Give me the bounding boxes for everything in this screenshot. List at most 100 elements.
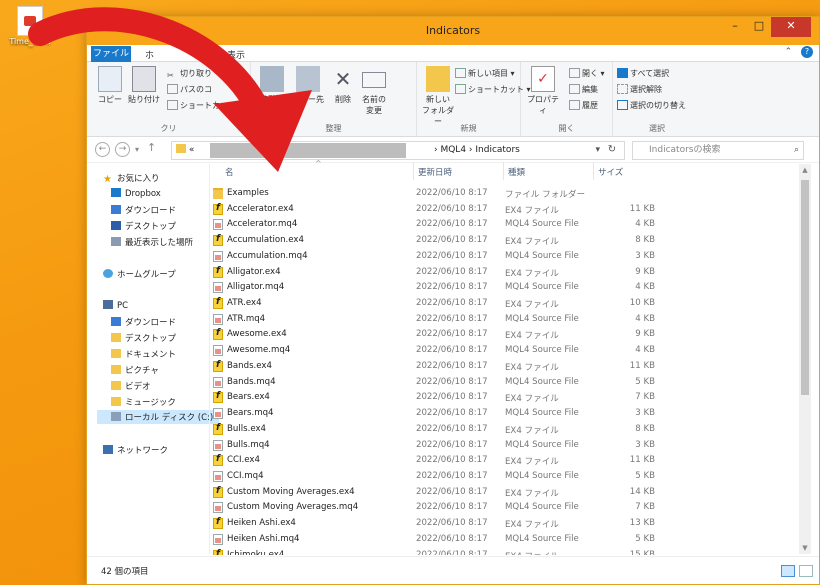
collapse-ribbon-icon[interactable]: ⌃ (785, 47, 793, 57)
table-row[interactable]: CCI.ex4 2022/06/10 8:17 EX4 ファイル 11 KB (211, 453, 809, 469)
nav-recent[interactable]: 最近表示した場所 (111, 236, 193, 248)
cut-button[interactable]: ✂ 切り取り (167, 68, 212, 81)
desktop-file-icon[interactable]: Time_Su... (6, 6, 54, 46)
table-row[interactable]: Bulls.ex4 2022/06/10 8:17 EX4 ファイル 8 KB (211, 422, 809, 438)
properties-label: プロパティ (527, 95, 559, 115)
new-folder-button[interactable]: 新しい フォルダー (421, 66, 455, 127)
column-size[interactable]: サイズ (593, 162, 623, 180)
up-button[interactable]: ↑ (147, 141, 156, 154)
copy-to-button[interactable]: コピー先 (291, 66, 325, 105)
history-button[interactable]: 履歴 (569, 100, 598, 111)
nav-videos[interactable]: ビデオ (111, 380, 151, 392)
table-row[interactable]: Bulls.mq4 2022/06/10 8:17 MQL4 Source File… (211, 438, 809, 454)
folder-icon (213, 188, 223, 199)
table-row[interactable]: Examples 2022/06/10 8:17 ファイル フォルダー (211, 186, 809, 202)
rename-button[interactable]: 名前の 変更 (359, 66, 389, 116)
column-date[interactable]: 更新日時 (413, 162, 452, 180)
table-row[interactable]: Bands.ex4 2022/06/10 8:17 EX4 ファイル 11 KB (211, 359, 809, 375)
tab-file[interactable]: ファイル (91, 46, 131, 62)
nav-local-disk[interactable]: ローカル ディスク (C:) (97, 410, 220, 424)
delete-button[interactable]: ✕ 削除 (331, 66, 355, 105)
table-row[interactable]: Bears.ex4 2022/06/10 8:17 EX4 ファイル 7 KB (211, 390, 809, 406)
nav-documents[interactable]: ドキュメント (111, 348, 176, 360)
table-row[interactable]: Heiken Ashi.mq4 2022/06/10 8:17 MQL4 Sourc… (211, 532, 809, 548)
nav-network[interactable]: ネットワーク (103, 444, 168, 456)
table-row[interactable]: Alligator.ex4 2022/06/10 8:17 EX4 ファイル 9 KB (211, 265, 809, 281)
table-row[interactable]: Accumulation.mq4 2022/06/10 8:17 MQL4 Sour… (211, 249, 809, 265)
back-button[interactable]: ← (95, 142, 110, 157)
properties-button[interactable]: ✓ プロパティ (525, 66, 561, 116)
table-row[interactable]: Bears.mq4 2022/06/10 8:17 MQL4 Source File… (211, 406, 809, 422)
paste-button[interactable]: 貼り付け (127, 66, 161, 105)
nav-homegroup[interactable]: ホームグループ (103, 268, 176, 280)
vertical-scrollbar[interactable]: ▲ ▼ (799, 164, 811, 554)
move-to-button[interactable]: 移動先 (257, 66, 287, 105)
maximize-button[interactable]: □ (747, 17, 771, 37)
table-row[interactable]: Accelerator.mq4 2022/06/10 8:17 MQL4 Sourc… (211, 217, 809, 233)
tab-view[interactable]: 表示 (227, 48, 245, 61)
title-bar[interactable]: Indicators – □ ✕ (87, 17, 819, 45)
address-bar[interactable]: « › MQL4 › Indicators ▾ (171, 141, 625, 160)
close-button[interactable]: ✕ (771, 17, 811, 37)
rename-icon (362, 72, 386, 88)
file-type: MQL4 Source File (505, 502, 579, 513)
table-row[interactable]: ATR.mq4 2022/06/10 8:17 MQL4 Source File 4 … (211, 312, 809, 328)
nav-pc-downloads[interactable]: ダウンロード (111, 316, 176, 328)
column-headers: ^ 名 更新日時 種類 サイズ (211, 159, 809, 183)
column-type[interactable]: 種類 (503, 162, 525, 180)
edit-label: 編集 (582, 85, 598, 94)
new-item-button[interactable]: 新しい項目 ▾ (455, 68, 515, 79)
copy-path-button[interactable]: パスのコ (167, 84, 212, 95)
select-none-button[interactable]: 選択解除 (617, 84, 662, 95)
large-icons-view-icon[interactable] (799, 565, 813, 577)
nav-pc-desktop[interactable]: デスクトップ (111, 332, 176, 344)
nav-desktop[interactable]: デスクトップ (111, 220, 176, 232)
nav-pc-desktop-label: デスクトップ (125, 334, 177, 344)
table-row[interactable]: Custom Moving Averages.ex4 2022/06/10 8:1… (211, 485, 809, 501)
scroll-down-icon[interactable]: ▼ (799, 542, 811, 554)
address-overflow[interactable]: « (189, 145, 195, 155)
scroll-up-icon[interactable]: ▲ (799, 164, 811, 176)
minimize-button[interactable]: – (723, 17, 747, 37)
pane-splitter[interactable] (209, 164, 210, 554)
nav-dropbox[interactable]: Dropbox (111, 188, 161, 199)
music-icon (111, 397, 121, 406)
nav-favorites[interactable]: ★ お気に入り (103, 172, 160, 185)
easy-access-button[interactable]: ショートカット ▾ (455, 84, 531, 95)
table-row[interactable]: Ichimoku.ex4 2022/06/10 8:17 EX4 ファイル 15 KB (211, 548, 809, 555)
nav-pictures[interactable]: ピクチャ (111, 364, 159, 376)
delete-label: 削除 (335, 95, 351, 104)
refresh-button[interactable]: ↻ (602, 141, 622, 160)
paste-shortcut-button[interactable]: ショートカット (167, 100, 236, 111)
tab-home[interactable]: ホ (145, 48, 154, 61)
nav-music[interactable]: ミュージック (111, 396, 176, 408)
table-row[interactable]: Bands.mq4 2022/06/10 8:17 MQL4 Source File… (211, 375, 809, 391)
table-row[interactable]: Awesome.mq4 2022/06/10 8:17 MQL4 Source Fi… (211, 343, 809, 359)
address-dropdown[interactable]: ▾ (595, 142, 600, 159)
recent-locations-button[interactable]: ▾ (135, 145, 139, 154)
select-all-button[interactable]: すべて選択 (617, 68, 669, 79)
details-view-icon[interactable] (781, 565, 795, 577)
file-type: EX4 ファイル (505, 237, 559, 248)
search-input[interactable]: Indicatorsの検索 ⌕ (632, 141, 804, 160)
table-row[interactable]: CCI.mq4 2022/06/10 8:17 MQL4 Source File 5 … (211, 469, 809, 485)
forward-button[interactable]: → (115, 142, 130, 157)
edit-button[interactable]: 編集 (569, 84, 598, 95)
table-row[interactable]: Alligator.mq4 2022/06/10 8:17 MQL4 Source … (211, 280, 809, 296)
table-row[interactable]: Accumulation.ex4 2022/06/10 8:17 EX4 ファイル 8… (211, 233, 809, 249)
table-row[interactable]: Heiken Ashi.ex4 2022/06/10 8:17 EX4 ファイル 13… (211, 516, 809, 532)
copy-button[interactable]: コピー (97, 66, 123, 105)
help-icon[interactable]: ? (801, 46, 813, 58)
open-button[interactable]: 開く ▾ (569, 68, 605, 79)
redacted-path (210, 143, 406, 158)
table-row[interactable]: Custom Moving Averages.mq4 2022/06/10 8:1… (211, 500, 809, 516)
table-row[interactable]: Awesome.ex4 2022/06/10 8:17 EX4 ファイル 9 KB (211, 327, 809, 343)
nav-downloads[interactable]: ダウンロード (111, 204, 176, 216)
breadcrumb[interactable]: › MQL4 › Indicators (434, 142, 520, 159)
table-row[interactable]: ATR.ex4 2022/06/10 8:17 EX4 ファイル 10 KB (211, 296, 809, 312)
invert-selection-button[interactable]: 選択の切り替え (617, 100, 686, 111)
table-row[interactable]: Accelerator.ex4 2022/06/10 8:17 EX4 ファイル 11… (211, 202, 809, 218)
nav-pc[interactable]: PC (103, 300, 128, 311)
scroll-thumb[interactable] (801, 180, 809, 395)
column-name[interactable]: 名 (225, 166, 234, 178)
